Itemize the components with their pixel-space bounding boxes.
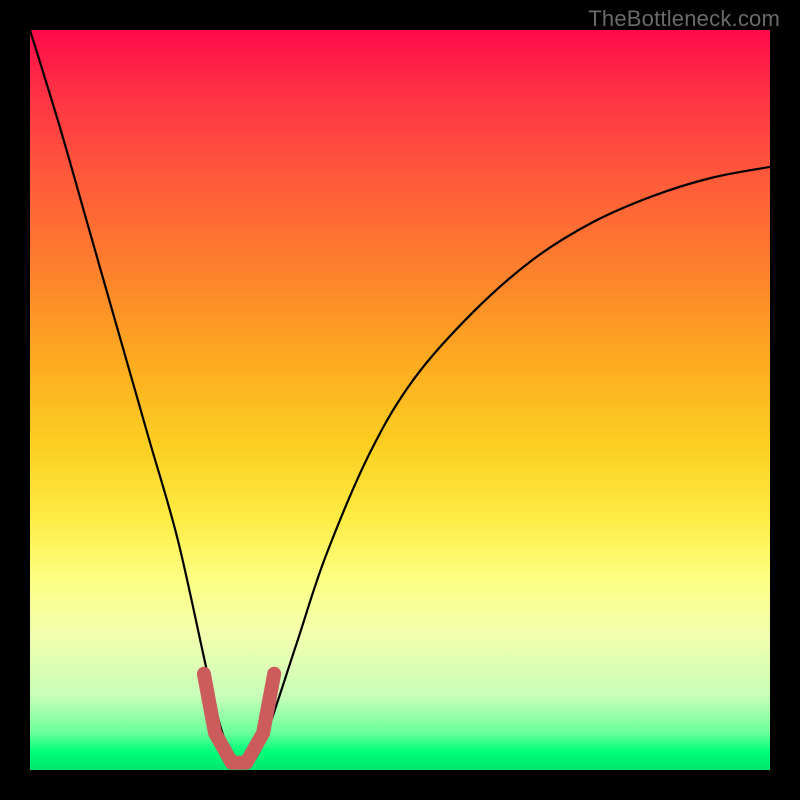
watermark-text: TheBottleneck.com [588,6,780,32]
bottleneck-curve [30,30,770,766]
chart-svg [30,30,770,770]
bottleneck-region-marker [204,674,274,763]
chart-plot-area [30,30,770,770]
